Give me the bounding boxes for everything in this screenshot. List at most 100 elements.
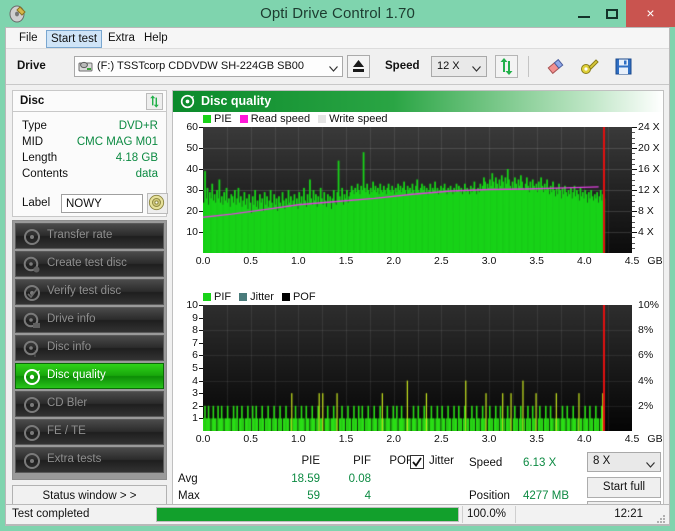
disc-row-contents: Contents data (13, 168, 168, 183)
pie-y2-tick: 16 X (638, 163, 660, 175)
legend-label: Write speed (329, 113, 388, 125)
erase-button[interactable] (544, 55, 567, 78)
speed-value: 12 X (437, 60, 460, 72)
sidebar-item-drive-info[interactable]: Drive info (15, 307, 164, 333)
pif-y-tick: 6 (192, 349, 198, 362)
disc-icon (23, 424, 41, 442)
sidebar-item-verify-test-disc[interactable]: Verify test disc (15, 279, 164, 305)
menu-item-start-test[interactable]: Start test (46, 30, 103, 48)
toolbar-separator (528, 56, 529, 77)
label-input[interactable] (61, 194, 143, 213)
stats-col-pif: PIF (353, 455, 371, 467)
legend-swatch-write-speed (318, 115, 327, 123)
axis-minor-tick (632, 195, 635, 197)
disc-row-value: data (135, 168, 158, 180)
eject-button[interactable] (347, 55, 370, 78)
disc-icon (23, 396, 41, 414)
speed-select[interactable]: 12 X (431, 56, 487, 77)
disc-write-icon (23, 256, 41, 274)
axis-tick (199, 355, 203, 357)
sidebar-item-disc-info[interactable]: i Disc info (15, 335, 164, 361)
axis-minor-tick (632, 184, 635, 186)
drive-icon (23, 312, 41, 330)
resize-grip[interactable] (657, 515, 666, 524)
close-button[interactable]: × (626, 0, 675, 27)
stats-row-label-max: Max (178, 490, 200, 502)
sidebar-item-create-test-disc[interactable]: Create test disc (15, 251, 164, 277)
sidebar-item-label: Drive info (47, 313, 96, 325)
pif-plot-area[interactable] (203, 305, 632, 431)
pif-y2-tick: 4% (638, 374, 654, 387)
test-speed-value: 8 X (593, 455, 611, 467)
position-value: 4277 MB (523, 490, 570, 502)
pie-x-axis-unit: GB (647, 255, 663, 267)
status-separator (515, 506, 516, 523)
elapsed-time: 12:21 (614, 508, 643, 520)
axis-minor-tick (632, 179, 635, 181)
pie-x-tick: 4.0 (577, 255, 592, 267)
jitter-checkbox[interactable] (410, 455, 424, 469)
maximize-button[interactable] (598, 0, 626, 27)
pie-y-tick: 20 (186, 205, 198, 217)
drive-select[interactable]: (F:) TSSTcorp CDDVDW SH-224GB SB00 (74, 56, 343, 77)
sidebar-item-label: Create test disc (47, 257, 127, 269)
save-icon[interactable] (612, 55, 635, 78)
pif-x-tick: 0.0 (195, 433, 211, 445)
axis-minor-tick (632, 221, 635, 223)
pie-x-tick: 0.0 (195, 255, 211, 267)
sidebar-item-cd-bler[interactable]: CD Bler (15, 391, 164, 417)
sidebar-item-label: Disc info (47, 341, 92, 353)
axis-tick (199, 148, 203, 149)
sidebar-item-label: CD Bler (47, 397, 88, 409)
chevron-down-icon (646, 459, 655, 471)
minimize-button[interactable] (570, 0, 598, 27)
axis-minor-tick (632, 142, 635, 144)
menu-item-extra[interactable]: Extra (103, 30, 140, 46)
pif-chart: PIF Jitter POF 1 2 3 4 5 6 7 8 9 10 2% 4% 6% 8% 10% 0.0… (173, 291, 663, 456)
pie-x-tick: 2.0 (386, 255, 401, 267)
axis-tick (632, 169, 637, 170)
legend-label: Read speed (250, 113, 311, 125)
sidebar-item-label: Transfer rate (47, 229, 113, 241)
sidebar-item-fe-te[interactable]: FE / TE (15, 419, 164, 445)
axis-tick (199, 169, 203, 170)
refresh-icon[interactable] (495, 55, 518, 78)
stats-avg-pie: 18.59 (291, 473, 320, 485)
disc-panel-title: Disc (20, 95, 45, 107)
drive-value: (F:) TSSTcorp CDDVDW SH-224GB SB00 (97, 60, 305, 72)
pie-x-tick: 1.5 (338, 255, 354, 267)
menu-item-help[interactable]: Help (139, 30, 173, 46)
axis-minor-tick (632, 237, 635, 239)
pif-x-tick: 0.5 (243, 433, 258, 445)
pie-y-tick: 10 (186, 226, 198, 238)
legend-swatch-pif (203, 293, 211, 301)
test-speed-select[interactable]: 8 X (587, 452, 661, 472)
disc-row-value: DVD+R (118, 120, 158, 132)
pif-y2-tick: 10% (638, 299, 660, 311)
menu-item-file[interactable]: File (14, 30, 43, 46)
start-full-button[interactable]: Start full (587, 477, 661, 498)
pie-x-tick: 3.0 (481, 255, 497, 267)
axis-minor-tick (632, 205, 635, 207)
axis-minor-tick (632, 174, 635, 176)
disc-panel-header: Disc (12, 90, 167, 112)
pif-y-tick: 8 (192, 324, 198, 337)
axis-tick (632, 148, 637, 149)
tools-button[interactable] (578, 55, 601, 78)
axis-tick (199, 330, 203, 332)
sidebar-item-disc-quality[interactable]: Disc quality (15, 363, 164, 389)
pie-plot-area[interactable] (203, 127, 632, 253)
drive-toolbar: Drive (F:) TSSTcorp CDDVDW SH-224GB SB00 (6, 49, 669, 85)
cd-icon[interactable] (147, 193, 168, 214)
sidebar-item-transfer-rate[interactable]: Transfer rate (15, 223, 164, 249)
sidebar-item-extra-tests[interactable]: Extra tests (15, 447, 164, 473)
axis-tick (199, 405, 203, 407)
legend-label: Jitter (250, 291, 274, 303)
disc-quality-icon (180, 94, 195, 109)
pie-x-tick: 1.0 (291, 255, 306, 267)
axis-tick (199, 393, 203, 395)
disc-refresh-icon[interactable] (146, 93, 163, 110)
pie-x-tick: 4.5 (624, 255, 640, 267)
pie-y2-tick: 4 X (638, 226, 654, 238)
pif-y-tick: 5 (192, 362, 198, 374)
